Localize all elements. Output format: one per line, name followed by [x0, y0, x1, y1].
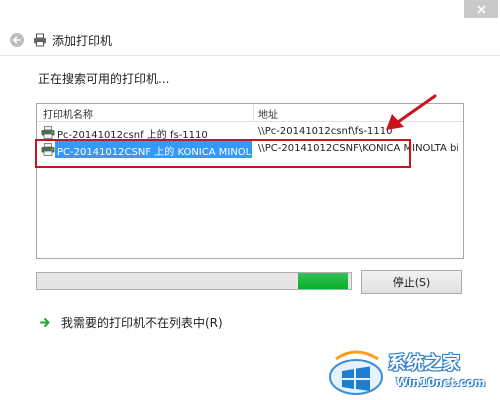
- red-highlight-box: [35, 139, 411, 168]
- column-header-printer-name[interactable]: 打印机名称: [43, 106, 93, 121]
- back-button[interactable]: [10, 33, 24, 47]
- printer-not-listed-label: 我需要的打印机不在列表中(R): [61, 316, 223, 330]
- printer-not-listed-link[interactable]: 我需要的打印机不在列表中(R): [40, 314, 223, 331]
- watermark-title: 系统之家: [388, 353, 460, 374]
- window-title: 添加打印机: [52, 34, 113, 48]
- printer-icon: [34, 33, 46, 47]
- stop-button[interactable]: 停止(S): [361, 270, 462, 294]
- column-separator[interactable]: [253, 104, 254, 121]
- title-bar: [0, 0, 500, 22]
- close-icon: [476, 4, 486, 14]
- header-divider: [0, 55, 500, 56]
- column-header-address[interactable]: 地址: [258, 106, 278, 121]
- close-button[interactable]: [464, 0, 498, 18]
- watermark-url: Win10net.com: [396, 376, 486, 389]
- green-arrow-icon: [40, 318, 50, 327]
- win10-logo-icon: [329, 350, 383, 395]
- search-status-heading: 正在搜索可用的打印机...: [38, 72, 170, 86]
- red-annotation-arrow-icon: [386, 94, 437, 130]
- add-printer-window: 添加打印机 正在搜索可用的打印机... 打印机名称 地址 Pc-20141012…: [0, 0, 500, 400]
- search-progress-bar: [36, 272, 352, 290]
- progress-fill: [298, 273, 348, 289]
- back-arrow-icon: [12, 36, 21, 44]
- printer-icon: [41, 126, 55, 139]
- watermark: 系统之家 Win10net.com: [328, 345, 500, 400]
